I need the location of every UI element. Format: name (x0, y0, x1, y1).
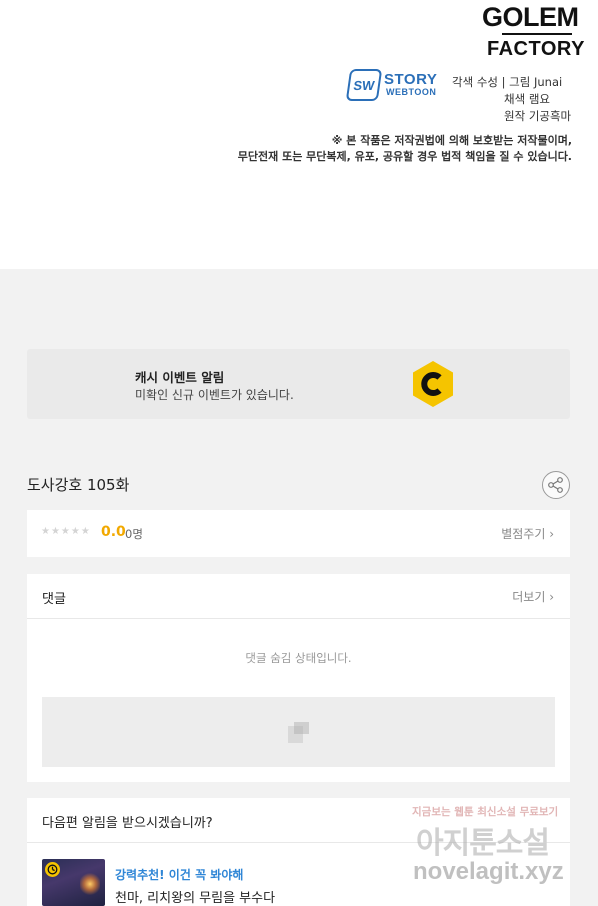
credit-coloring: 채색 램요 (504, 92, 550, 106)
next-episode-notify-card: 다음편 알림을 받으시겠습니까? 강력추천! 이건 꼭 봐야해 천마, 리치왕의… (27, 798, 570, 906)
logo-golem-text: GOLEM (482, 2, 579, 32)
cash-banner-subtitle: 미확인 신규 이벤트가 있습니다. (135, 388, 294, 402)
clock-icon (45, 862, 60, 877)
comments-header: 댓글 더보기 › (27, 574, 570, 619)
rating-card: ★★★★★ 0.0 0명 별점주기 › (27, 510, 570, 557)
credit-adaptation-art: 각색 수성 | 그림 Junai (452, 75, 563, 89)
recommendation-title[interactable]: 천마, 리치왕의 무림을 부수다 (115, 887, 275, 906)
comments-more-link[interactable]: 더보기 › (512, 588, 554, 605)
sw-story-webtoon-logo: SW STORY WEBTOON (345, 67, 438, 103)
sw-badge-icon: SW (345, 69, 383, 101)
copyright-notice: ※ 본 작품은 저작권법에 의해 보호받는 저작물이며, 무단전재 또는 무단복… (238, 133, 572, 165)
credit-original: 원작 기공흑마 (504, 109, 572, 123)
notify-header: 다음편 알림을 받으시겠습니까? (27, 798, 570, 843)
image-placeholder-icon (288, 722, 309, 743)
recommendation-thumbnail[interactable] (42, 859, 105, 906)
logo-webtoon-text: WEBTOON (386, 87, 437, 97)
rating-stars: ★★★★★ (41, 526, 91, 537)
share-button[interactable] (542, 471, 570, 499)
comments-hidden-message: 댓글 숨김 상태입니다. (245, 651, 352, 665)
rating-count: 0명 (125, 527, 143, 541)
logo-factory-text: FACTORY (487, 38, 585, 60)
golem-factory-logo: GOLEM FACTORY (480, 2, 584, 62)
rate-button[interactable]: 별점주기 › (501, 525, 554, 542)
cash-event-banner[interactable]: 캐시 이벤트 알림 미확인 신규 이벤트가 있습니다. (27, 349, 570, 419)
recommendation-tag[interactable]: 강력추천! 이건 꼭 봐야해 (115, 866, 243, 883)
comments-card: 댓글 더보기 › 댓글 숨김 상태입니다. (27, 574, 570, 782)
thumbnail-glow (80, 873, 100, 895)
copyright-line-2: 무단전재 또는 무단복제, 유포, 공유할 경우 법적 책임을 질 수 있습니다… (237, 150, 572, 163)
logo-underline (502, 33, 572, 35)
notify-question: 다음편 알림을 받으시겠습니까? (42, 816, 213, 831)
comment-input-box[interactable] (42, 697, 555, 767)
share-icon (548, 477, 563, 493)
rating-score: 0.0 (101, 524, 126, 540)
cash-banner-title: 캐시 이벤트 알림 (135, 370, 225, 385)
credits-panel: GOLEM FACTORY SW STORY WEBTOON 각색 수성 | 그… (0, 0, 598, 269)
logo-story-text: STORY (384, 71, 438, 88)
copyright-line-1: ※ 본 작품은 저작권법에 의해 보호받는 저작물이며, (331, 134, 572, 147)
comments-label: 댓글 (42, 592, 66, 607)
cash-c-icon (413, 361, 453, 407)
episode-title: 도사강호 105화 (27, 476, 130, 494)
